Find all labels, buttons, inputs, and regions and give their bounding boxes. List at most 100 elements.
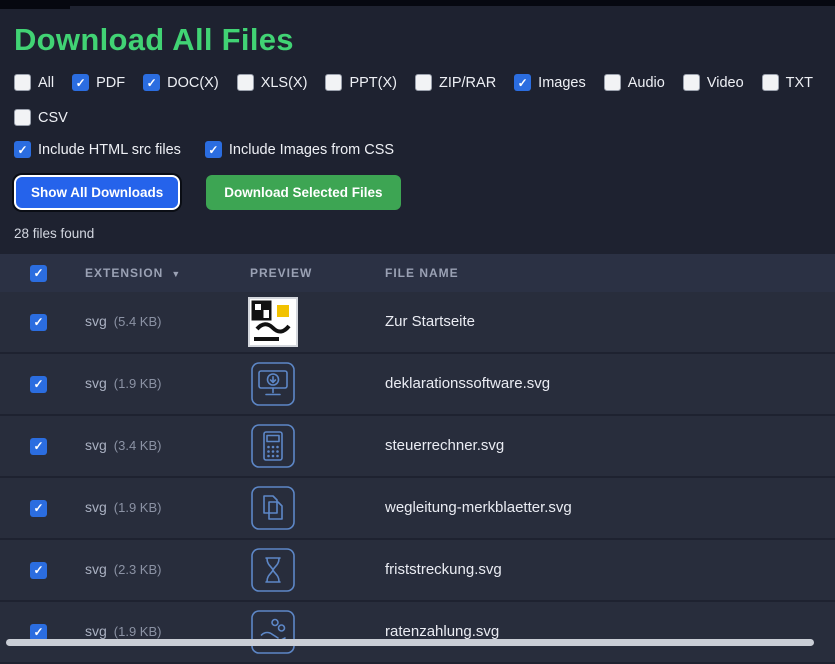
select-all-cell: ✓ <box>30 264 85 282</box>
filter-video[interactable]: Video <box>682 74 744 91</box>
window-top-notch <box>0 0 70 9</box>
show-all-downloads-button[interactable]: Show All Downloads <box>14 175 181 210</box>
file-size: (3.4 KB) <box>113 438 162 453</box>
filter-checkbox-pdf[interactable]: ✓ <box>72 74 90 91</box>
filter-label: XLS(X) <box>260 74 308 91</box>
preview-hand-coins-icon <box>250 609 296 655</box>
filter-csv[interactable]: CSV <box>14 109 68 126</box>
check-icon: ✓ <box>33 377 44 391</box>
filename-cell: steuerrechner.svg <box>385 437 835 455</box>
preview-cell <box>250 423 385 469</box>
option-label: Include Images from CSS <box>228 141 395 158</box>
option-checkbox-include-html-src-files[interactable]: ✓ <box>14 141 31 158</box>
main-content: Download All Files All ✓ PDF ✓ DOC(X) XLS(X) P… <box>0 0 835 241</box>
window-top-edge <box>0 0 835 6</box>
extension-cell: svg (1.9 KB) <box>85 499 250 517</box>
file-name: friststreckung.svg <box>385 561 502 578</box>
filter-zip-rar[interactable]: ZIP/RAR <box>414 74 497 91</box>
table-row: ✓ svg (3.4 KB) steuerrechner.svg <box>0 416 835 478</box>
file-size: (1.9 KB) <box>113 376 162 391</box>
table-header: ✓ EXTENSION ▼ PREVIEW FILE NAME <box>0 254 835 292</box>
filter-ppt-x[interactable]: PPT(X) <box>325 74 397 91</box>
check-icon: ✓ <box>33 563 44 577</box>
download-selected-button[interactable]: Download Selected Files <box>206 175 401 210</box>
check-icon: ✓ <box>33 501 44 515</box>
filename-cell: friststreckung.svg <box>385 561 835 579</box>
filter-pdf[interactable]: ✓ PDF <box>72 74 125 91</box>
row-checkbox[interactable]: ✓ <box>30 437 47 455</box>
filter-checkbox-all[interactable] <box>14 74 31 91</box>
files-found-count: 28 files found <box>14 226 95 241</box>
filter-txt[interactable]: TXT <box>761 74 814 91</box>
horizontal-scrollbar-thumb[interactable] <box>6 639 814 646</box>
check-icon: ✓ <box>17 142 28 157</box>
column-header-extension[interactable]: EXTENSION ▼ <box>85 266 250 280</box>
column-header-preview[interactable]: PREVIEW <box>250 266 385 280</box>
check-icon: ✓ <box>208 142 219 157</box>
file-size: (2.3 KB) <box>113 562 162 577</box>
filename-cell: wegleitung-merkblaetter.svg <box>385 499 835 517</box>
filter-label: ZIP/RAR <box>438 74 497 91</box>
option-checkbox-include-images-from-css[interactable]: ✓ <box>204 141 222 158</box>
filter-checkbox-txt[interactable] <box>761 74 779 91</box>
row-checkbox-cell: ✓ <box>30 313 85 331</box>
filter-checkbox-xls-x[interactable] <box>236 74 254 91</box>
row-checkbox-cell: ✓ <box>30 561 85 579</box>
file-extension: svg <box>85 375 107 391</box>
filter-audio[interactable]: Audio <box>603 74 665 91</box>
file-extension: svg <box>85 313 107 329</box>
filter-checkbox-zip-rar[interactable] <box>414 74 432 91</box>
filter-row: All ✓ PDF ✓ DOC(X) XLS(X) PPT(X) ZIP/RAR ✓ Images… <box>14 74 821 126</box>
filter-doc-x[interactable]: ✓ DOC(X) <box>143 74 219 91</box>
row-checkbox-cell: ✓ <box>30 375 85 393</box>
file-extension: svg <box>85 561 107 577</box>
file-extension: svg <box>85 623 107 639</box>
row-checkbox[interactable]: ✓ <box>30 499 47 517</box>
filter-label: Video <box>706 74 744 91</box>
table-row: ✓ svg (2.3 KB) friststreckung.svg <box>0 540 835 602</box>
check-icon: ✓ <box>146 75 157 90</box>
filter-label: DOC(X) <box>167 74 219 91</box>
row-checkbox-cell: ✓ <box>30 437 85 455</box>
file-name: steuerrechner.svg <box>385 437 505 454</box>
column-header-filename[interactable]: FILE NAME <box>385 266 835 280</box>
filter-xls-x[interactable]: XLS(X) <box>236 74 308 91</box>
file-size: (5.4 KB) <box>113 314 162 329</box>
filter-checkbox-audio[interactable] <box>603 74 621 91</box>
filter-checkbox-images[interactable]: ✓ <box>514 74 532 91</box>
file-extension: svg <box>85 437 107 453</box>
row-checkbox[interactable]: ✓ <box>30 623 47 641</box>
file-table-body: ✓ svg (5.4 KB) Zur Startseite ✓ svg (1.9 KB) de… <box>0 292 835 664</box>
file-size: (1.9 KB) <box>113 500 162 515</box>
page-title: Download All Files <box>14 22 294 57</box>
select-all-checkbox[interactable]: ✓ <box>30 264 47 282</box>
filter-checkbox-video[interactable] <box>682 74 700 91</box>
filter-checkbox-ppt-x[interactable] <box>325 74 343 91</box>
option-include-html-src-files[interactable]: ✓ Include HTML src files <box>14 141 181 158</box>
preview-cell <box>250 299 385 345</box>
extension-cell: svg (3.4 KB) <box>85 437 250 455</box>
filter-checkbox-csv[interactable] <box>14 109 31 126</box>
row-checkbox[interactable]: ✓ <box>30 375 47 393</box>
row-checkbox[interactable]: ✓ <box>30 313 47 331</box>
options-row: ✓ Include HTML src files ✓ Include Images f… <box>14 141 821 158</box>
filter-label: Images <box>538 74 586 91</box>
file-name: Zur Startseite <box>385 313 476 330</box>
check-icon: ✓ <box>33 439 44 453</box>
filter-label: TXT <box>785 74 814 91</box>
check-icon: ✓ <box>33 625 44 639</box>
file-name: wegleitung-merkblaetter.svg <box>385 499 572 516</box>
filter-all[interactable]: All <box>14 74 54 91</box>
preview-cell <box>250 609 385 655</box>
row-checkbox[interactable]: ✓ <box>30 561 47 579</box>
sort-desc-icon: ▼ <box>171 269 182 279</box>
preview-calculator-icon <box>250 423 296 469</box>
filter-checkbox-doc-x[interactable]: ✓ <box>143 74 161 91</box>
filter-images[interactable]: ✓ Images <box>514 74 586 91</box>
filename-cell: Zur Startseite <box>385 313 835 331</box>
file-name: ratenzahlung.svg <box>385 623 500 640</box>
table-row: ✓ svg (5.4 KB) Zur Startseite <box>0 292 835 354</box>
filter-label: PPT(X) <box>349 74 397 91</box>
table-row: ✓ svg (1.9 KB) deklarationssoftware.svg <box>0 354 835 416</box>
option-include-images-from-css[interactable]: ✓ Include Images from CSS <box>204 141 395 158</box>
